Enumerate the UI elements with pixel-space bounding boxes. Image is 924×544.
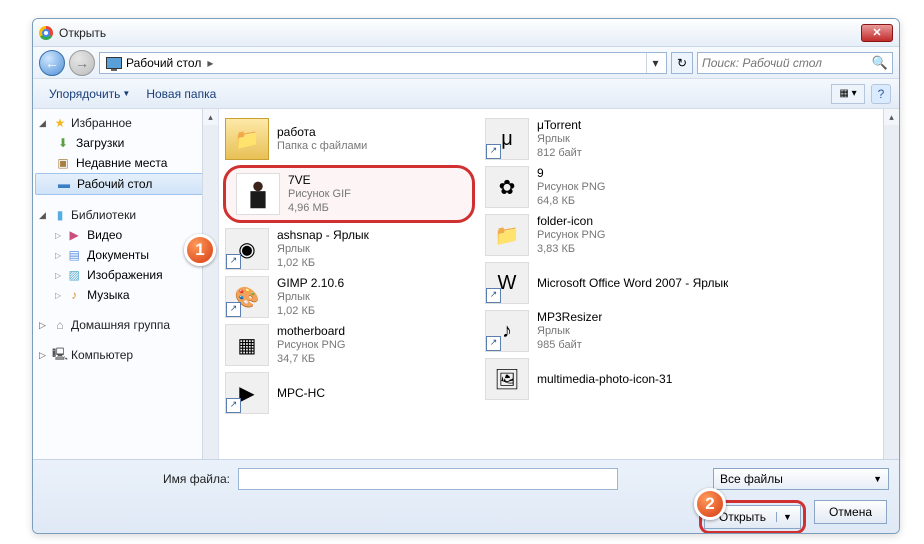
search-icon: 🔍 <box>872 55 888 71</box>
open-dropdown[interactable]: ▼ <box>776 512 798 522</box>
gif-thumb-icon <box>236 173 280 215</box>
computer-header[interactable]: ▷🖳Компьютер <box>33 345 218 365</box>
file-list: 📁 работаПапка с файлами 7VEРисунок GIF4,96… <box>219 109 899 459</box>
file-icon: μ <box>485 118 529 160</box>
file-type: Ярлык <box>537 324 602 338</box>
address-bar[interactable]: Рабочий стол ▸ ▾ <box>99 52 667 74</box>
refresh-button[interactable]: ↻ <box>671 52 693 74</box>
cancel-button[interactable]: Отмена <box>814 500 887 524</box>
filetype-filter[interactable]: Все файлы▼ <box>713 468 889 490</box>
navbar: ← → Рабочий стол ▸ ▾ ↻ 🔍 <box>33 47 899 79</box>
desktop-icon <box>106 57 122 69</box>
folder-icon: 📁 <box>225 118 269 160</box>
footer: Имя файла: Все файлы▼ Открыть▼ Отмена <box>33 459 899 534</box>
search-input[interactable] <box>702 56 872 70</box>
file-size: 812 байт <box>537 146 582 160</box>
file-type: Папка с файлами <box>277 139 367 153</box>
file-size: 34,7 КБ <box>277 352 345 366</box>
file-size: 1,02 КБ <box>277 304 344 318</box>
forward-button[interactable]: → <box>69 50 95 76</box>
toolbar: Упорядочить ▼ Новая папка ▦ ▾ ? <box>33 79 899 109</box>
filename-input[interactable] <box>238 468 618 490</box>
file-icon: 📁 <box>485 214 529 256</box>
file-item[interactable]: 🖼 multimedia-photo-icon-31 <box>479 355 739 403</box>
file-type: Ярлык <box>277 290 344 304</box>
file-name: GIMP 2.10.6 <box>277 276 344 290</box>
file-name: работа <box>277 125 367 139</box>
window-title: Открыть <box>59 26 861 40</box>
sidebar: ◢★Избранное ⬇Загрузки ▣Недавние места ▬Р… <box>33 109 219 459</box>
sidebar-item-images[interactable]: ▷▨Изображения <box>33 265 218 285</box>
organize-button[interactable]: Упорядочить ▼ <box>41 83 138 105</box>
file-name: μTorrent <box>537 118 582 132</box>
filename-label: Имя файла: <box>163 472 230 486</box>
favorites-header[interactable]: ◢★Избранное <box>33 113 218 133</box>
file-icon: W <box>485 262 529 304</box>
open-dialog: Открыть ✕ ← → Рабочий стол ▸ ▾ ↻ 🔍 Упоря… <box>32 18 900 534</box>
file-item[interactable]: 📁 folder-iconРисунок PNG3,83 КБ <box>479 211 739 259</box>
file-size: 3,83 КБ <box>537 242 605 256</box>
file-item[interactable]: ▶ MPC-HC <box>219 369 479 417</box>
file-size: 985 байт <box>537 338 602 352</box>
file-item[interactable]: 🎨 GIMP 2.10.6Ярлык1,02 КБ <box>219 273 479 321</box>
new-folder-button[interactable]: Новая папка <box>138 83 224 105</box>
content-scrollbar[interactable]: ▴ <box>883 109 899 459</box>
chevron-icon: ▸ <box>201 56 219 70</box>
search-box[interactable]: 🔍 <box>697 52 893 74</box>
help-button[interactable]: ? <box>871 84 891 104</box>
file-type: Рисунок PNG <box>537 228 605 242</box>
file-icon: ▦ <box>225 324 269 366</box>
file-icon: ✿ <box>485 166 529 208</box>
file-name: MP3Resizer <box>537 310 602 324</box>
file-name: MPC-HC <box>277 386 325 400</box>
file-icon: ▶ <box>225 372 269 414</box>
file-item[interactable]: μ μTorrentЯрлык812 байт <box>479 115 739 163</box>
homegroup-header[interactable]: ▷⌂Домашняя группа <box>33 315 218 335</box>
file-icon: ♪ <box>485 310 529 352</box>
file-size: 4,96 МБ <box>288 201 351 215</box>
file-item[interactable]: ◉ ashsnap - ЯрлыкЯрлык1,02 КБ <box>219 225 479 273</box>
titlebar: Открыть ✕ <box>33 19 899 47</box>
close-button[interactable]: ✕ <box>861 24 893 42</box>
file-type: Рисунок PNG <box>537 180 605 194</box>
sidebar-item-music[interactable]: ▷♪Музыка <box>33 285 218 305</box>
annotation-badge-2: 2 <box>694 488 726 520</box>
file-item[interactable]: ✿ 9Рисунок PNG64,8 КБ <box>479 163 739 211</box>
file-icon: 🎨 <box>225 276 269 318</box>
file-name: multimedia-photo-icon-31 <box>537 372 672 386</box>
file-icon: ◉ <box>225 228 269 270</box>
file-type: Ярлык <box>277 242 369 256</box>
address-dropdown[interactable]: ▾ <box>646 53 664 73</box>
file-name: 9 <box>537 166 605 180</box>
view-button[interactable]: ▦ ▾ <box>831 84 865 104</box>
file-size: 64,8 КБ <box>537 194 605 208</box>
sidebar-item-recent[interactable]: ▣Недавние места <box>33 153 218 173</box>
file-name: folder-icon <box>537 214 605 228</box>
file-name: motherboard <box>277 324 345 338</box>
file-name: ashsnap - Ярлык <box>277 228 369 242</box>
libraries-header[interactable]: ◢▮Библиотеки <box>33 205 218 225</box>
file-item[interactable]: 7VEРисунок GIF4,96 МБ <box>223 165 475 223</box>
file-item[interactable]: W Microsoft Office Word 2007 - Ярлык <box>479 259 739 307</box>
file-icon: 🖼 <box>485 358 529 400</box>
file-type: Рисунок PNG <box>277 338 345 352</box>
file-item[interactable]: 📁 работаПапка с файлами <box>219 115 479 163</box>
file-type: Рисунок GIF <box>288 187 351 201</box>
file-type: Ярлык <box>537 132 582 146</box>
file-item[interactable]: ▦ motherboardРисунок PNG34,7 КБ <box>219 321 479 369</box>
location-text: Рабочий стол <box>126 56 201 70</box>
sidebar-item-desktop[interactable]: ▬Рабочий стол <box>35 173 216 195</box>
file-name: Microsoft Office Word 2007 - Ярлык <box>537 276 728 290</box>
file-name: 7VE <box>288 173 351 187</box>
chrome-icon <box>39 26 53 40</box>
sidebar-scrollbar[interactable]: ▴ <box>202 109 218 459</box>
sidebar-item-downloads[interactable]: ⬇Загрузки <box>33 133 218 153</box>
back-button[interactable]: ← <box>39 50 65 76</box>
file-item[interactable]: ♪ MP3ResizerЯрлык985 байт <box>479 307 739 355</box>
file-size: 1,02 КБ <box>277 256 369 270</box>
annotation-badge-1: 1 <box>184 234 216 266</box>
